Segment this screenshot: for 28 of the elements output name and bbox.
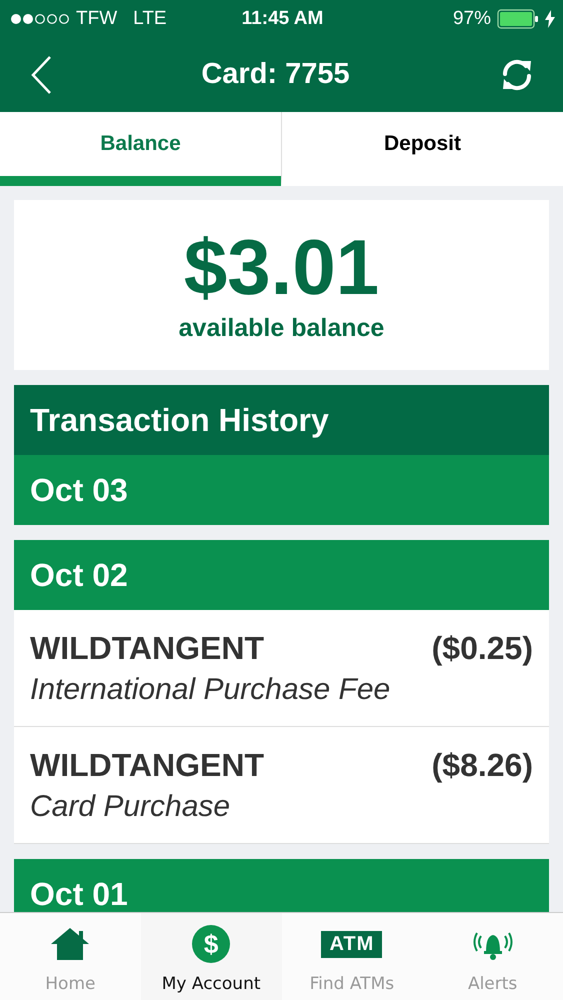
back-icon <box>30 54 52 94</box>
home-icon <box>50 926 90 962</box>
transaction-amount: ($8.26) <box>432 746 533 784</box>
transaction-amount: ($0.25) <box>432 630 533 666</box>
date-header: Oct 01 <box>14 859 549 912</box>
clock: 11:45 AM <box>242 8 324 30</box>
balance-caption: available balance <box>178 314 384 342</box>
back-button[interactable] <box>30 54 52 94</box>
tab-bar-item[interactable]: ATM Find ATMs <box>282 913 422 1000</box>
date-header: Oct 02 <box>14 540 549 610</box>
merchant-name: WILDTANGENT <box>30 630 264 666</box>
battery-percent: 97% <box>452 8 491 30</box>
transaction-row[interactable]: WILDTANGENT ($8.26) Card Purchase <box>14 727 549 844</box>
signal-icon <box>10 12 70 26</box>
transaction-description: Card Purchase <box>30 790 232 824</box>
screen-title: Card: 7755 <box>201 58 350 91</box>
carrier-label: TFW <box>76 8 118 30</box>
tab-bar-item[interactable]: $ My Account <box>140 913 282 1000</box>
network-label: LTE <box>133 8 167 30</box>
battery-icon <box>496 8 539 28</box>
section-header: Transaction History <box>14 385 549 455</box>
date-header: Oct 03 <box>14 455 549 525</box>
dollar-icon: $ <box>192 925 230 963</box>
merchant-name: WILDTANGENT <box>30 746 264 784</box>
transaction-description: International Purchase Fee <box>30 672 392 706</box>
atm-icon: ATM <box>321 930 382 958</box>
transaction-row[interactable]: WILDTANGENT ($0.25) International Purchase Fee <box>14 610 549 727</box>
balance-amount: $3.01 <box>184 228 380 306</box>
